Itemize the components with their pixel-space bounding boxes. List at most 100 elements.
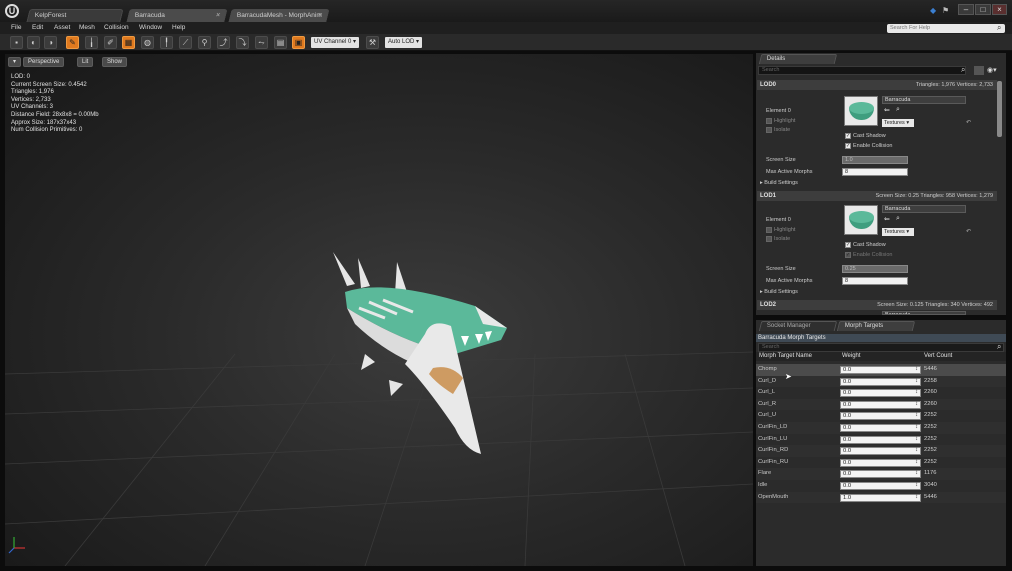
normals-icon[interactable]: ⤴ — [217, 36, 230, 49]
binormals-icon[interactable]: ⥊ — [255, 36, 268, 49]
show-button[interactable]: Show — [102, 57, 128, 67]
browse-asset-icon[interactable]: ⌕ — [896, 215, 900, 223]
grid-view-icon[interactable] — [974, 66, 984, 75]
grid-icon[interactable]: ▦ — [122, 36, 135, 49]
uv-toggle-icon[interactable]: ▣ — [292, 36, 305, 49]
use-asset-icon[interactable]: ⇐ — [884, 215, 890, 223]
morph-weight-field[interactable]: 0.0 — [840, 447, 921, 456]
table-row[interactable]: Curl_R 0.02260 — [756, 398, 1006, 411]
lod-dropdown[interactable]: Auto LOD ▾ — [385, 37, 423, 48]
eye-icon[interactable]: ◉▾ — [987, 66, 997, 74]
browse-icon[interactable]: ◐ — [27, 36, 40, 49]
morph-weight-field[interactable]: 0.0 — [840, 389, 921, 398]
save-icon[interactable]: ▪ — [10, 36, 23, 49]
menu-collision[interactable]: Collision — [104, 22, 129, 34]
col-vert-count[interactable]: Vert Count — [924, 352, 952, 361]
table-row[interactable]: CurlFin_RD 0.02252 — [756, 445, 1006, 457]
notification-icon[interactable]: ◆ — [930, 6, 936, 15]
lod0-header[interactable]: LOD0 Triangles: 1,976 Vertices: 2,733 — [757, 80, 997, 90]
viewport[interactable]: ▾ Perspective Lit Show LOD: 0 Current Sc… — [5, 54, 753, 566]
lod1-material-dropdown[interactable]: Barracuda — [882, 205, 966, 213]
close-tab-icon[interactable]: × — [214, 10, 221, 22]
pivot-icon[interactable]: ⟋ — [179, 36, 192, 49]
morph-weight-field[interactable]: 0.0 — [840, 400, 921, 409]
lod0-max-morphs-field[interactable]: 8 — [842, 168, 908, 176]
reimport-icon[interactable]: ◑ — [44, 36, 57, 49]
col-weight[interactable]: Weight — [842, 352, 861, 361]
table-row[interactable]: Curl_L 0.02260 — [756, 387, 1006, 399]
lod1-material-thumbnail[interactable] — [844, 205, 878, 235]
lod0-cast-shadow-checkbox[interactable]: ✓ — [845, 133, 851, 139]
morph-weight-field[interactable]: 0.0 — [840, 470, 921, 479]
lod1-isolate-checkbox[interactable] — [766, 236, 772, 242]
table-row[interactable]: CurlFin_RU 0.02252 — [756, 456, 1006, 469]
table-row[interactable]: OpenMouth 1.05446 — [756, 491, 1006, 504]
lod0-build-settings[interactable]: ▸ Build Settings — [760, 180, 798, 186]
uv-overlay-icon[interactable]: ▤ — [274, 36, 287, 49]
table-row[interactable]: CurlFin_LU 0.02252 — [756, 433, 1006, 446]
tab-barracuda-mesh[interactable]: BarracudaMesh - MorphAnim × — [228, 9, 330, 22]
menu-help[interactable]: Help — [172, 22, 185, 34]
lod1-build-settings[interactable]: ▸ Build Settings — [760, 289, 798, 295]
browse-asset-icon[interactable]: ⌕ — [896, 106, 900, 114]
use-asset-icon[interactable]: ⇐ — [884, 106, 890, 114]
details-search-input[interactable]: Search — [758, 66, 966, 75]
morph-weight-field[interactable]: 0.0 — [840, 482, 921, 490]
lod1-max-morphs-field[interactable]: 8 — [842, 277, 908, 285]
lod0-screen-size-field[interactable]: 1.0 — [842, 156, 908, 164]
lod0-textures-button[interactable]: Textures ▾ — [882, 119, 914, 127]
vert-colors-icon[interactable]: ╽ — [85, 36, 98, 49]
lod0-enable-collision-checkbox[interactable]: ✓ — [845, 143, 851, 149]
details-scrollbar[interactable] — [997, 81, 1002, 137]
minimize-button[interactable]: – — [958, 4, 974, 15]
uv-channel-dropdown[interactable]: UV Channel 0 ▾ — [311, 37, 360, 48]
tab-morph-targets[interactable]: Morph Targets — [836, 321, 916, 331]
collision-icon[interactable]: ╿ — [160, 36, 173, 49]
lod1-enable-collision-checkbox[interactable]: ✓ — [845, 252, 851, 258]
morph-weight-field[interactable]: 0.0 — [840, 366, 921, 374]
table-row[interactable]: Flare 0.01176 — [756, 468, 1006, 480]
unreal-logo-icon[interactable]: U — [5, 4, 19, 18]
tab-barracuda[interactable]: Barracuda × — [126, 9, 228, 22]
morph-weight-field[interactable]: 1.0 — [840, 493, 921, 502]
table-row[interactable]: CurlFin_LD 0.02252 — [756, 422, 1006, 434]
morph-search-input[interactable]: Search — [758, 343, 1004, 352]
tab-socket-manager[interactable]: Socket Manager — [758, 321, 838, 331]
additional-data-icon[interactable]: ⚒ — [366, 36, 379, 49]
table-row[interactable]: Curl_U 0.02252 — [756, 410, 1006, 422]
tab-kelpforest[interactable]: KelpForest — [26, 9, 124, 22]
table-row[interactable]: Idle 0.03040 — [756, 480, 1006, 492]
bounds-icon[interactable]: ◍ — [141, 36, 154, 49]
lod0-material-dropdown[interactable]: Barracuda — [882, 96, 966, 104]
wireframe-icon[interactable]: ✎ — [66, 36, 79, 49]
reset-icon[interactable]: ↶ — [966, 119, 971, 126]
lod1-cast-shadow-checkbox[interactable]: ✓ — [845, 242, 851, 248]
lod0-isolate-checkbox[interactable] — [766, 127, 772, 133]
lod1-header[interactable]: LOD1 Screen Size: 0.25 Triangles: 958 Ver… — [757, 191, 997, 201]
morph-weight-field[interactable]: 0.0 — [840, 424, 921, 432]
search-help-input[interactable]: Search For Help — [887, 24, 1005, 33]
lod2-header[interactable]: LOD2 Screen Size: 0.125 Triangles: 340 Ve… — [757, 300, 997, 310]
close-window-button[interactable]: × — [992, 4, 1007, 15]
tangents-icon[interactable]: ⤵ — [236, 36, 249, 49]
perspective-button[interactable]: Perspective — [23, 57, 65, 67]
sockets-icon[interactable]: ⚲ — [198, 36, 211, 49]
lod0-highlight-checkbox[interactable] — [766, 118, 772, 124]
morph-weight-field[interactable]: 0.0 — [840, 458, 921, 467]
morph-weight-field[interactable]: 0.0 — [840, 377, 921, 386]
feedback-icon[interactable]: ⚑ — [942, 6, 949, 15]
lit-button[interactable]: Lit — [77, 57, 94, 67]
lod1-screen-size-field[interactable]: 0.25 — [842, 265, 908, 273]
lod2-material-dropdown[interactable]: Barracuda — [882, 311, 966, 315]
lod1-highlight-checkbox[interactable] — [766, 227, 772, 233]
col-morph-target-name[interactable]: Morph Target Name — [759, 352, 812, 361]
viewport-options-button[interactable]: ▾ — [8, 57, 22, 67]
lod0-material-thumbnail[interactable] — [844, 96, 878, 126]
search-icon[interactable]: ⌕ — [961, 65, 965, 75]
menu-asset[interactable]: Asset — [54, 22, 70, 34]
menu-mesh[interactable]: Mesh — [79, 22, 95, 34]
maximize-button[interactable]: □ — [975, 4, 991, 15]
brush-icon[interactable]: ✐ — [104, 36, 117, 49]
menu-file[interactable]: File — [11, 22, 21, 34]
table-row[interactable]: Curl_D 0.02258 — [756, 375, 1006, 388]
